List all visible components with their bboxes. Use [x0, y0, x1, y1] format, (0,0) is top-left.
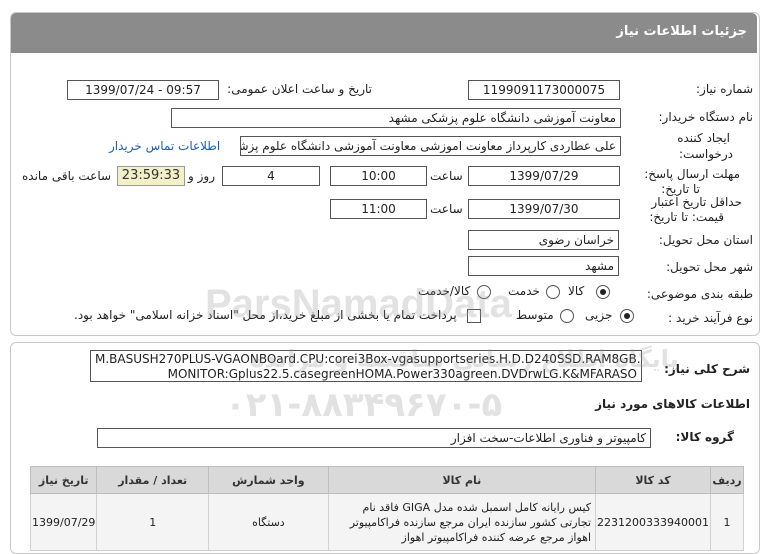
announce-date-field: 1399/07/24 - 09:57 — [67, 80, 219, 100]
category-radio-service[interactable] — [546, 285, 560, 299]
panel-header: جزئیات اطلاعات نیاز — [11, 13, 757, 53]
item-name: کیس رایانه کامل اسمبل شده مدل GIGA فاقد … — [327, 493, 597, 551]
city-field: مشهد — [468, 256, 619, 276]
province-label: استان محل تحویل: — [658, 233, 753, 247]
summary-field: M.BASUSH270PLUS-VGAONBOard.CPU:corei3Box… — [90, 350, 642, 382]
reply-time-field: 10:00 — [330, 166, 427, 186]
category-option-goods: کالا — [568, 284, 585, 298]
item-unit: دستگاه — [208, 493, 329, 551]
province-field: خراسان رضوی — [468, 230, 619, 250]
buyer-org-field: معاونت آموزشی دانشگاه علوم پزشکی مشهد — [171, 108, 621, 128]
reply-deadline-label-2: تا تاریخ: — [661, 182, 700, 196]
treasury-payment-note: پرداخت تمام یا بخشی از مبلغ خرید،از محل … — [74, 308, 457, 322]
remaining-label: ساعت باقی مانده — [22, 169, 112, 183]
category-label: طبقه بندی موضوعی: — [646, 287, 753, 301]
goods-group-label: گروه کالا: — [675, 430, 734, 444]
reply-deadline-label: مهلت ارسال پاسخ: — [644, 167, 740, 181]
announce-date-label: تاریخ و ساعت اعلان عمومی: — [227, 82, 372, 96]
goods-group-field: کامپیوتر و فناوری اطلاعات-سخت افزار — [97, 428, 651, 448]
buyer-contact-link[interactable]: اطلاعات تماس خریدار — [109, 139, 220, 153]
days-label: روز و — [188, 169, 215, 183]
creator-label: ایجاد کننده — [677, 131, 730, 145]
validity-time-field: 11:00 — [330, 199, 427, 219]
col-unit: واحد شمارش — [208, 466, 329, 494]
category-radio-both[interactable] — [477, 285, 491, 299]
validity-date-field: 1399/07/30 — [468, 199, 620, 219]
category-option-both: کالا/خدمت — [418, 284, 471, 298]
goods-section-title: اطلاعات کالاهای مورد نیاز — [595, 397, 750, 411]
item-code: 2231200333940001 — [595, 493, 712, 551]
remaining-timer: 23:59:33 — [117, 166, 185, 186]
col-code: کد کالا — [595, 466, 712, 494]
table-row[interactable]: 1 2231200333940001 کیس رایانه کامل اسمبل… — [29, 493, 744, 551]
summary-label: شرح کلی نیاز: — [664, 362, 750, 376]
goods-table-header: ردیف کد کالا نام کالا واحد شمارش تعداد /… — [29, 466, 744, 494]
days-remaining-field: 4 — [222, 166, 320, 186]
creator-label-2: درخواست: — [679, 147, 733, 161]
category-radio-goods[interactable] — [596, 285, 610, 299]
item-need-date: 1399/07/29 — [29, 493, 98, 551]
category-option-service: خدمت — [508, 284, 540, 298]
price-validity-label-2: قیمت: تا تاریخ: — [649, 210, 724, 224]
process-option-medium: متوسط — [516, 308, 554, 322]
col-date: تاریخ نیاز — [29, 466, 98, 494]
price-validity-label: حداقل تاریخ اعتبار — [651, 195, 742, 209]
buyer-org-label: نام دستگاه خریدار: — [658, 110, 754, 124]
need-number-label: شماره نیاز: — [696, 82, 753, 96]
summary-line-2: MONITOR:Gplus22.5.casegreenHOMA.Power330… — [167, 367, 637, 381]
reply-date-field: 1399/07/29 — [468, 166, 620, 186]
need-number-field: 1199091173000075 — [468, 80, 620, 100]
process-type-label: نوع فرآیند خرید : — [668, 311, 753, 325]
col-qty: تعداد / مقدار — [96, 466, 210, 494]
process-option-minor: جزیی — [585, 308, 613, 322]
creator-field: علی عطاردی کارپرداز معاونت اموزشی معاونت… — [240, 136, 621, 156]
goods-table: ردیف کد کالا نام کالا واحد شمارش تعداد /… — [29, 466, 744, 551]
page-title: جزئیات اطلاعات نیاز — [616, 24, 747, 39]
col-name: نام کالا — [327, 466, 597, 494]
city-label: شهر محل تحویل: — [666, 260, 753, 274]
process-radio-medium[interactable] — [560, 309, 574, 323]
item-qty: 1 — [96, 493, 210, 551]
col-row: ردیف — [710, 466, 744, 494]
row-number: 1 — [710, 493, 744, 551]
reply-time-label: ساعت — [430, 169, 463, 183]
summary-line-1: M.BASUSH270PLUS-VGAONBOard.CPU:corei3Box… — [95, 352, 642, 366]
process-radio-minor[interactable] — [620, 309, 634, 323]
validity-time-label: ساعت — [430, 202, 463, 216]
treasury-payment-checkbox[interactable] — [467, 309, 481, 323]
